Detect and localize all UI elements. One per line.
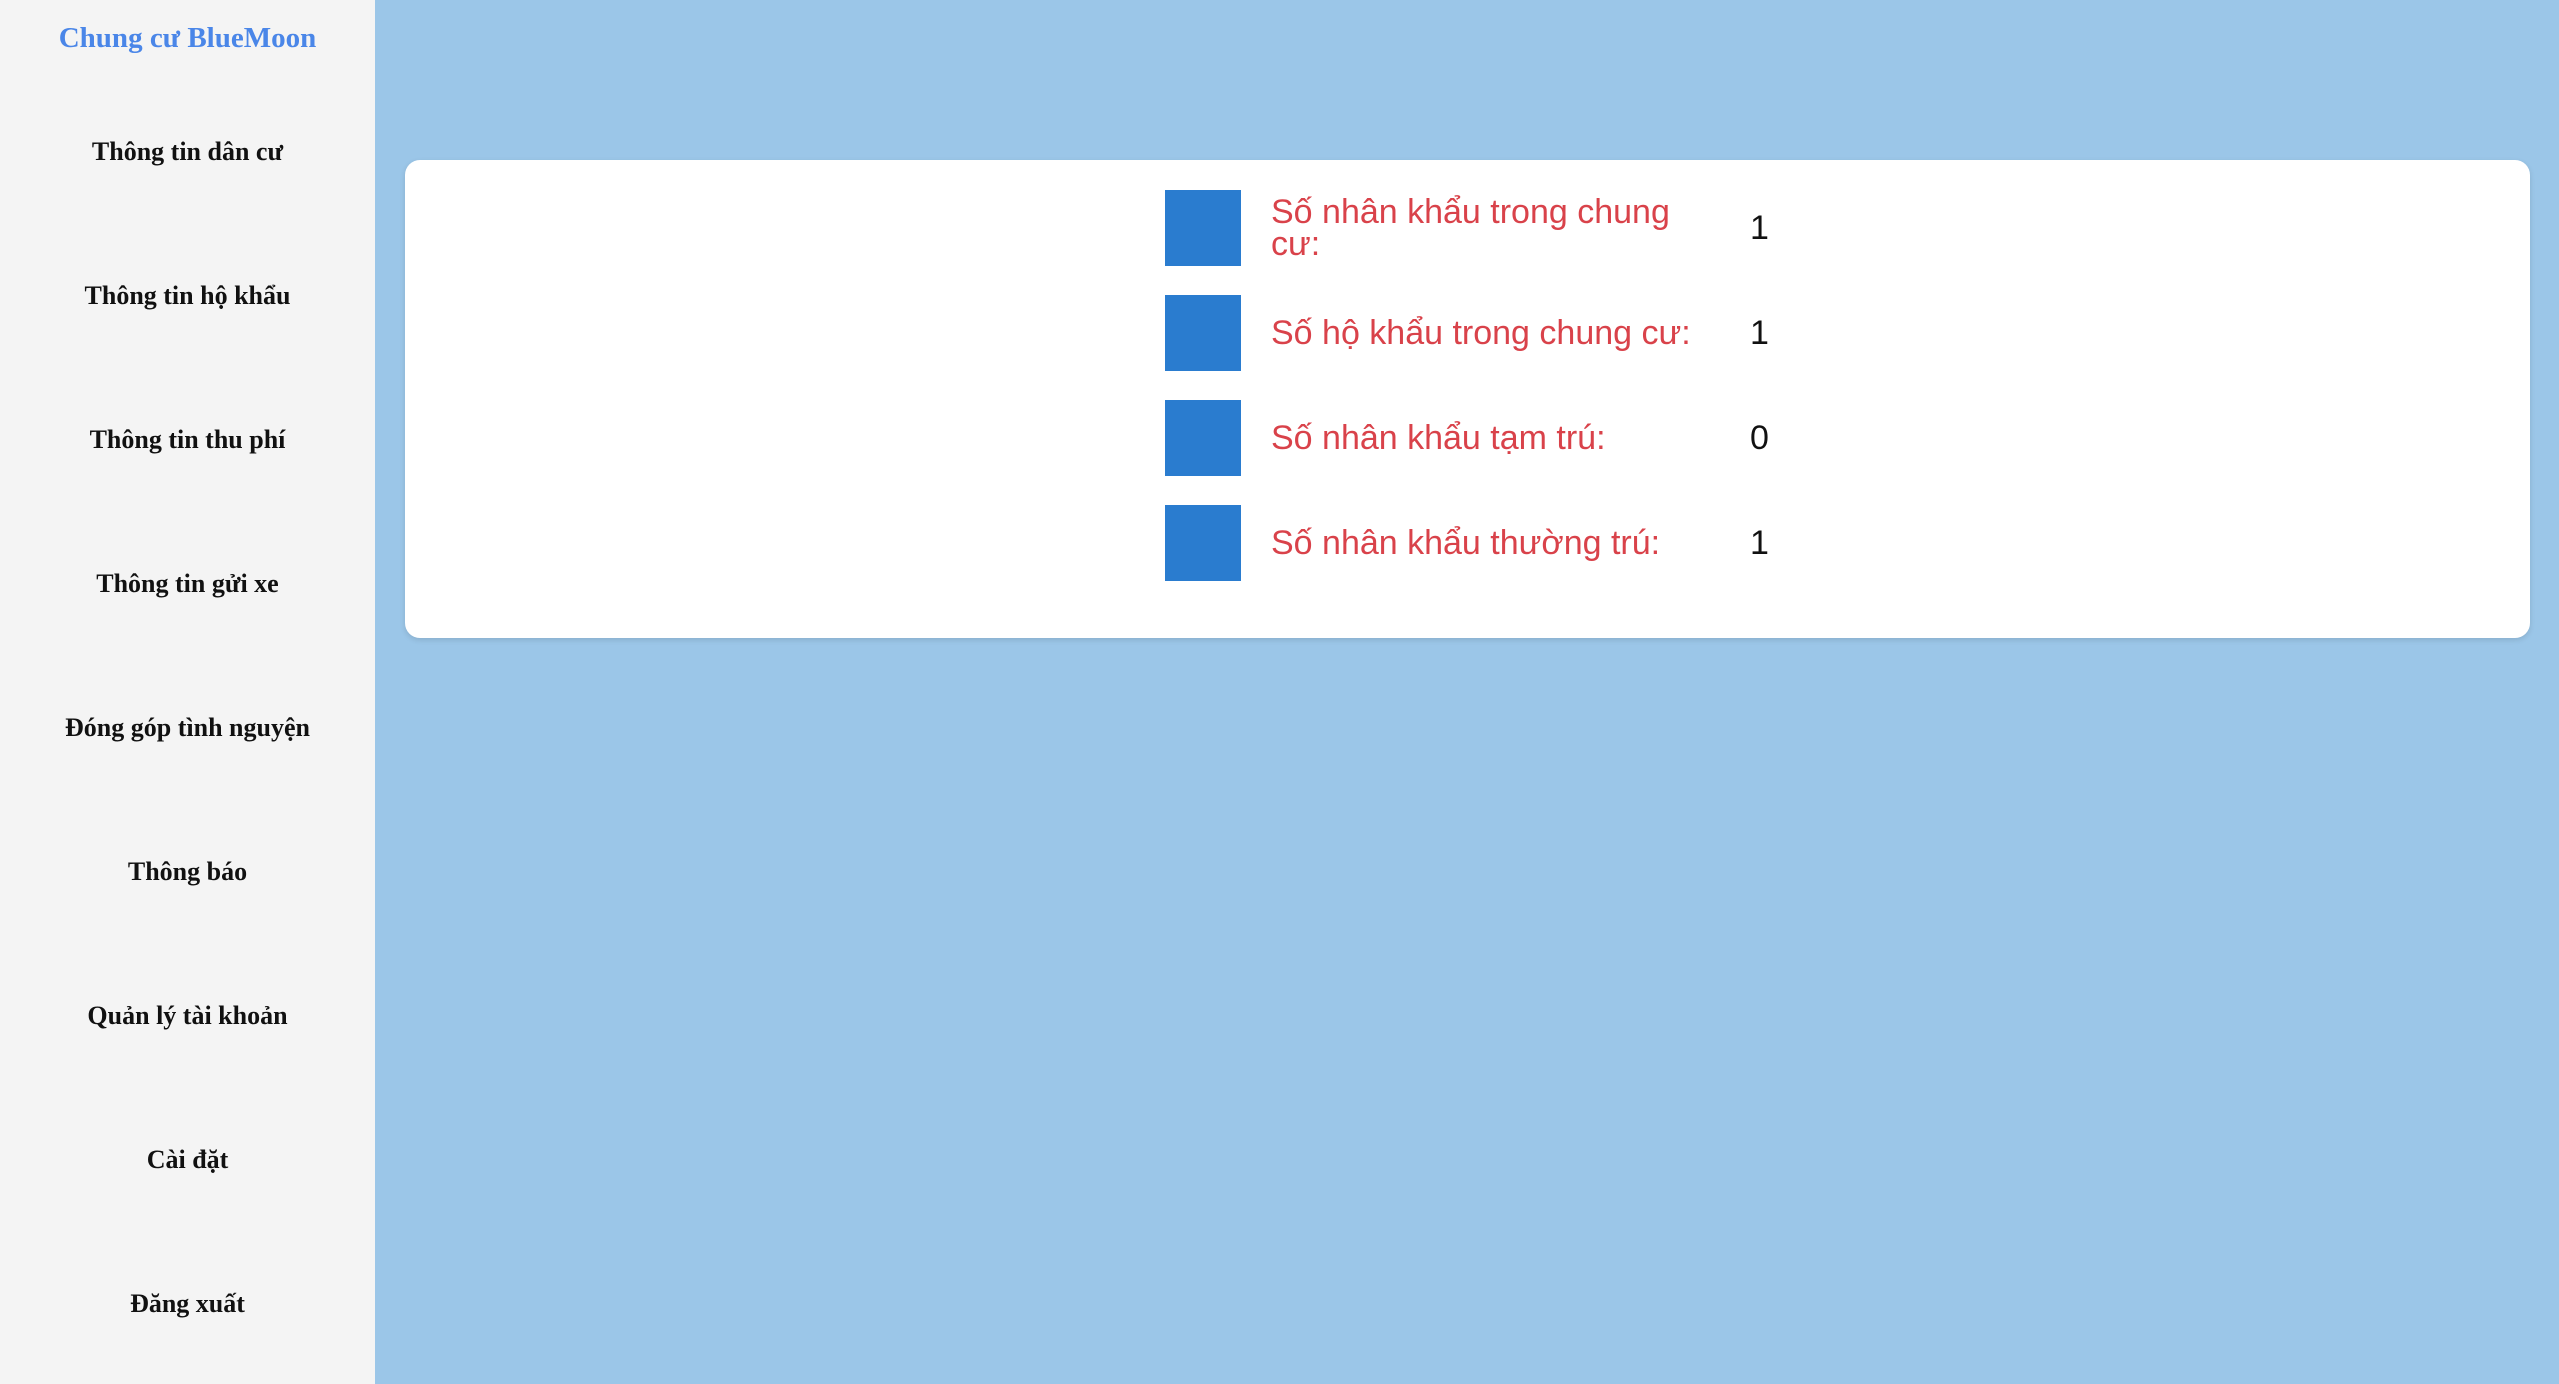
- sidebar-item-label: Cài đặt: [146, 1145, 229, 1174]
- stat-square-icon: [1165, 295, 1241, 371]
- stat-label: Số hộ khẩu trong chung cư:: [1271, 314, 1691, 352]
- stat-value: 0: [1750, 418, 1769, 457]
- sidebar-item-household-info[interactable]: Thông tin hộ khẩu: [0, 256, 375, 336]
- sidebar-item-label: Thông báo: [127, 857, 248, 886]
- stat-value: 1: [1750, 313, 1769, 352]
- sidebar-item-logout[interactable]: Đăng xuất: [0, 1264, 375, 1344]
- sidebar-item-fee-info[interactable]: Thông tin thu phí: [0, 400, 375, 480]
- stat-row-temporary-residents: Số nhân khẩu tạm trú: 0: [1165, 400, 1865, 476]
- sidebar-item-parking-info[interactable]: Thông tin gửi xe: [0, 544, 375, 624]
- sidebar-item-label: Thông tin gửi xe: [96, 569, 279, 598]
- sidebar-item-account-management[interactable]: Quản lý tài khoản: [0, 976, 375, 1056]
- sidebar-item-label: Thông tin thu phí: [89, 425, 286, 454]
- sidebar-item-label: Đăng xuất: [130, 1289, 245, 1318]
- sidebar-item-settings[interactable]: Cài đặt: [0, 1120, 375, 1200]
- stat-label: Số nhân khẩu thường trú:: [1271, 524, 1661, 562]
- stat-value: 1: [1750, 523, 1769, 562]
- stat-square-icon: [1165, 505, 1241, 581]
- sidebar-item-notifications[interactable]: Thông báo: [0, 832, 375, 912]
- stat-label: Số nhân khẩu tạm trú:: [1271, 419, 1606, 457]
- sidebar-item-label: Thông tin dân cư: [91, 137, 284, 166]
- stat-row-permanent-residents: Số nhân khẩu thường trú: 1: [1165, 505, 1865, 581]
- sidebar: Chung cư BlueMoon Thông tin dân cư Thông…: [0, 0, 375, 1384]
- stat-row-total-households: Số hộ khẩu trong chung cư: 1: [1165, 295, 1865, 371]
- sidebar-item-label: Thông tin hộ khẩu: [84, 281, 291, 310]
- stat-row-total-residents: Số nhân khẩu trong chung cư: 1: [1165, 190, 1865, 266]
- sidebar-item-label: Đóng góp tình nguyện: [65, 713, 310, 742]
- stat-value: 1: [1750, 208, 1769, 247]
- stats-card: Số nhân khẩu trong chung cư: 1 Số hộ khẩ…: [405, 160, 2530, 638]
- stat-square-icon: [1165, 400, 1241, 476]
- sidebar-item-resident-info[interactable]: Thông tin dân cư: [0, 112, 375, 192]
- stat-square-icon: [1165, 190, 1241, 266]
- brand-title[interactable]: Chung cư BlueMoon: [0, 22, 375, 55]
- sidebar-item-label: Quản lý tài khoản: [87, 1001, 288, 1030]
- sidebar-item-volunteer-contribution[interactable]: Đóng góp tình nguyện: [0, 688, 375, 768]
- stat-label: Số nhân khẩu trong chung cư:: [1271, 193, 1670, 263]
